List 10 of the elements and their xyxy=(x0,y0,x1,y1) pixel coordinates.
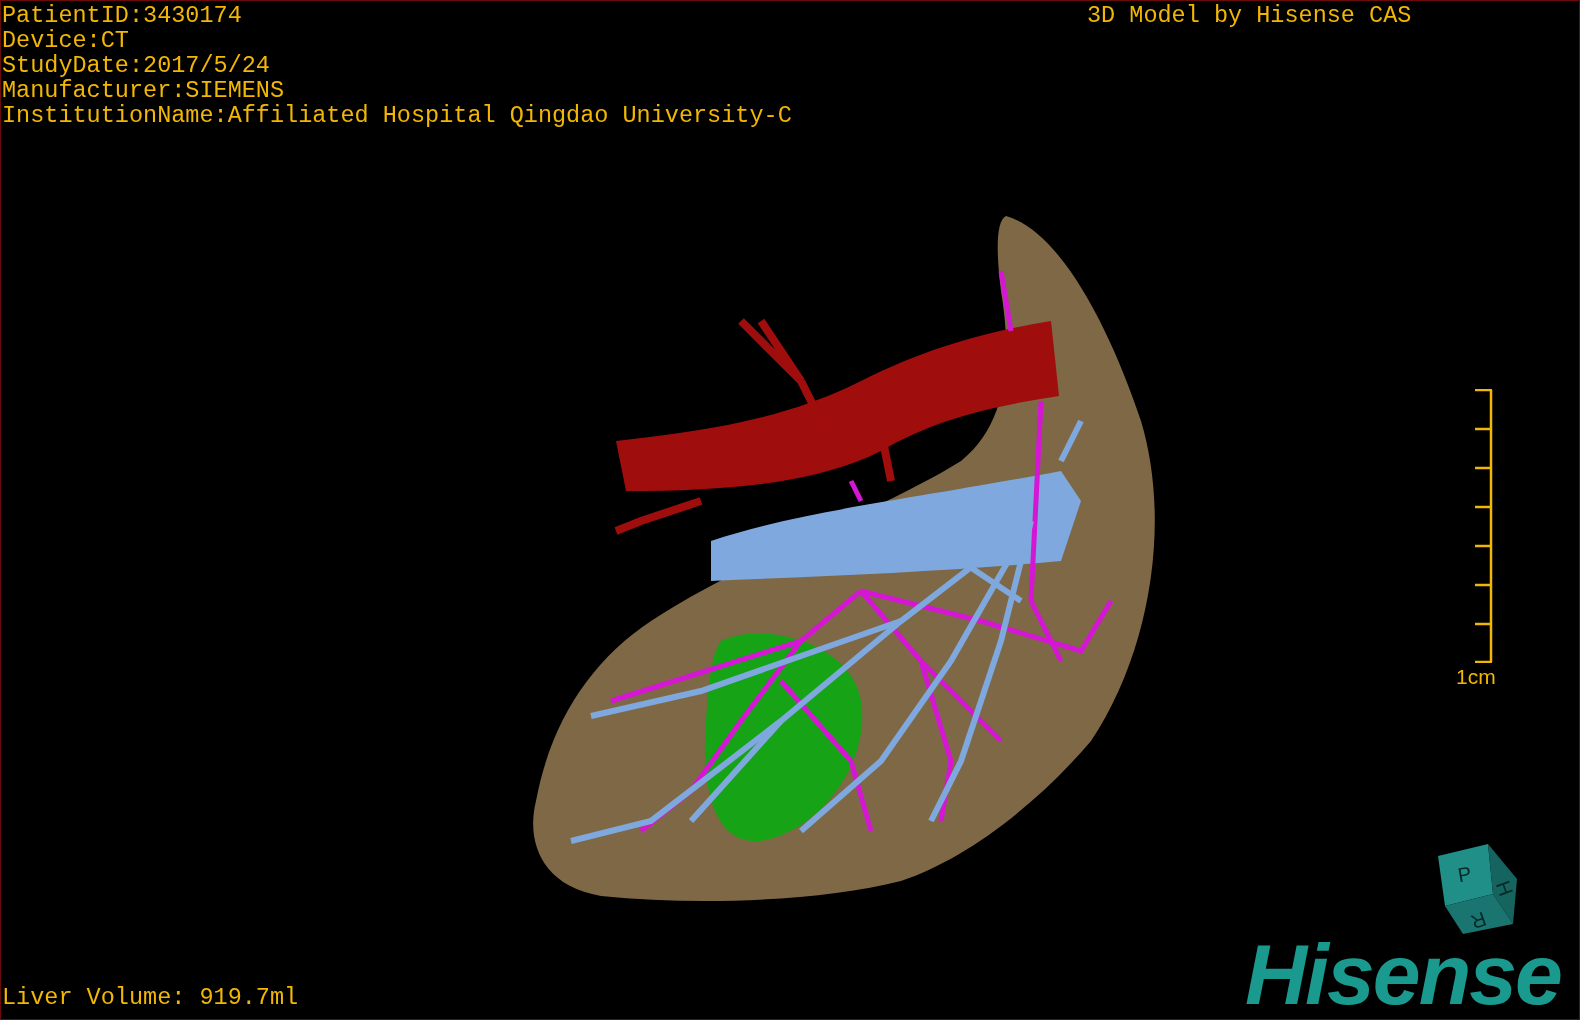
company-logo: Hisense xyxy=(1245,931,1561,1017)
app-title: 3D Model by Hisense CAS xyxy=(1087,3,1412,28)
orientation-cube[interactable]: P H R xyxy=(1433,844,1519,934)
info-line: InstitutionName:Affiliated Hospital Qingdao University-C xyxy=(2,103,792,128)
info-line: StudyDate:2017/5/24 xyxy=(2,53,270,78)
info-line: Manufacturer:SIEMENS xyxy=(2,78,285,103)
info-line: PatientID:3430174 xyxy=(2,3,242,28)
scale-label: 1cm xyxy=(1456,666,1496,688)
info-line: Device:CT xyxy=(2,28,129,53)
liver-volume: Liver Volume: 919.7ml xyxy=(2,985,299,1010)
